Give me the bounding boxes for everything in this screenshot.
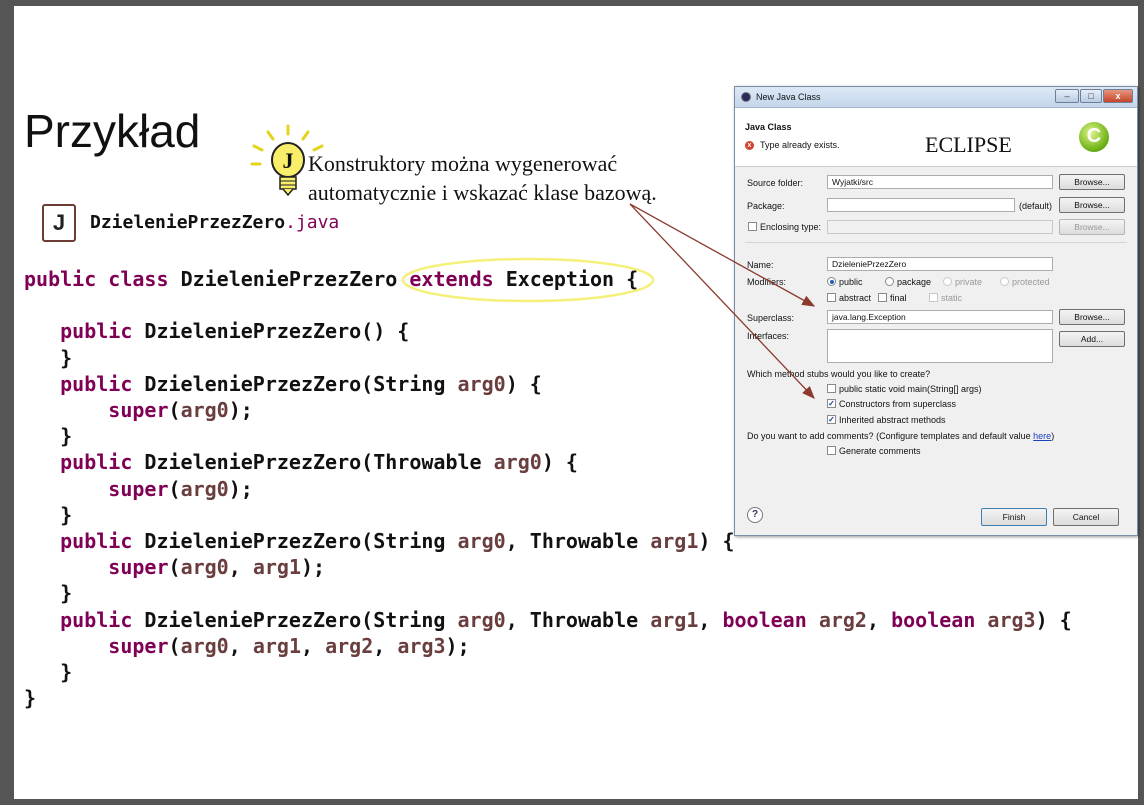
generate-comments-checkbox[interactable] — [827, 446, 836, 455]
dialog-header: Java Class x Type already exists. ECLIPS… — [735, 108, 1137, 167]
close-button[interactable]: x — [1103, 89, 1133, 103]
modifier-package-radio[interactable] — [885, 277, 894, 286]
superclass-label: Superclass: — [747, 313, 795, 323]
logo-letter: C — [1086, 125, 1102, 147]
modifier-abstract-checkbox[interactable] — [827, 293, 836, 302]
error-message: Type already exists. — [760, 140, 840, 150]
callout-line-1: Konstruktory można wygenerować — [308, 151, 618, 176]
java-file-icon: J — [42, 204, 76, 242]
modifier-abstract-label: abstract — [839, 293, 872, 303]
package-label: Package: — [747, 201, 785, 211]
slide: Przykład J Konstruktory można wygenerowa… — [14, 6, 1138, 799]
package-input[interactable] — [827, 198, 1015, 212]
modifier-package-label: package — [897, 277, 932, 287]
new-java-class-dialog: New Java Class – □ x Java Class x Type a… — [734, 86, 1138, 536]
package-default-label: (default) — [1019, 201, 1053, 211]
file-name: DzieleniePrzezZero.java — [90, 212, 339, 233]
new-class-logo-icon: C — [1079, 122, 1109, 152]
slide-title: Przykład — [24, 105, 201, 157]
browse-package-button[interactable]: Browse... — [1059, 197, 1125, 213]
interfaces-list[interactable] — [827, 329, 1053, 363]
modifier-private-radio[interactable] — [943, 277, 952, 286]
cancel-button[interactable]: Cancel — [1053, 508, 1119, 526]
finish-button[interactable]: Finish — [981, 508, 1047, 526]
eclipse-icon — [741, 92, 751, 102]
interfaces-label: Interfaces: — [747, 331, 790, 341]
modifier-public-label: public — [839, 277, 863, 287]
modifiers-label: Modifiers: — [747, 277, 787, 287]
stub-abstract-checkbox[interactable]: ✓ — [827, 415, 836, 424]
minimize-button[interactable]: – — [1055, 89, 1079, 103]
enclosing-type-checkbox[interactable] — [748, 222, 757, 231]
configure-templates-link[interactable]: here — [1033, 431, 1051, 441]
modifier-public-radio[interactable] — [827, 277, 836, 286]
callout-line-2: automatycznie i wskazać klase bazową. — [308, 180, 657, 205]
name-label: Name: — [747, 260, 774, 270]
source-folder-label: Source folder: — [747, 178, 804, 188]
enclosing-type-input[interactable] — [827, 220, 1053, 234]
highlight-ellipse — [401, 257, 655, 303]
method-stubs-question: Which method stubs would you like to cre… — [747, 369, 931, 379]
stub-abstract-label: Inherited abstract methods — [839, 415, 946, 425]
add-interface-button[interactable]: Add... — [1059, 331, 1125, 347]
modifier-static-checkbox[interactable] — [929, 293, 938, 302]
browse-superclass-button[interactable]: Browse... — [1059, 309, 1125, 325]
header-title: Java Class — [745, 122, 792, 132]
superclass-input[interactable]: java.lang.Exception — [827, 310, 1053, 324]
generate-comments-label: Generate comments — [839, 446, 921, 456]
callout-text: Konstruktory można wygenerować automatyc… — [308, 149, 657, 207]
modifier-private-label: private — [955, 277, 983, 287]
maximize-button[interactable]: □ — [1080, 89, 1102, 103]
browse-enclosing-button[interactable]: Browse... — [1059, 219, 1125, 235]
enclosing-type-label: Enclosing type: — [760, 222, 822, 232]
modifier-final-label: final — [890, 293, 907, 303]
stub-main-label: public static void main(String[] args) — [839, 384, 982, 394]
help-icon[interactable]: ? — [747, 507, 763, 523]
dialog-title: New Java Class — [756, 92, 821, 102]
source-folder-input[interactable]: Wyjatki/src — [827, 175, 1053, 189]
file-base-name: DzieleniePrzezZero — [90, 212, 286, 233]
file-extension: .java — [285, 212, 340, 233]
browse-source-folder-button[interactable]: Browse... — [1059, 174, 1125, 190]
modifier-protected-radio[interactable] — [1000, 277, 1009, 286]
separator — [745, 242, 1127, 243]
stub-constructors-label: Constructors from superclass — [839, 399, 957, 409]
name-input[interactable]: DzieleniePrzezZero — [827, 257, 1053, 271]
comments-question: Do you want to add comments? (Configure … — [747, 431, 1055, 441]
svg-text:J: J — [283, 148, 294, 173]
error-icon: x — [745, 141, 754, 150]
modifier-final-checkbox[interactable] — [878, 293, 887, 302]
dialog-titlebar: New Java Class – □ x — [735, 87, 1137, 108]
modifier-protected-label: protected — [1012, 277, 1050, 287]
modifier-static-label: static — [941, 293, 963, 303]
stub-main-checkbox[interactable] — [827, 384, 836, 393]
stub-constructors-checkbox[interactable]: ✓ — [827, 399, 836, 408]
eclipse-label: ECLIPSE — [925, 132, 1012, 157]
